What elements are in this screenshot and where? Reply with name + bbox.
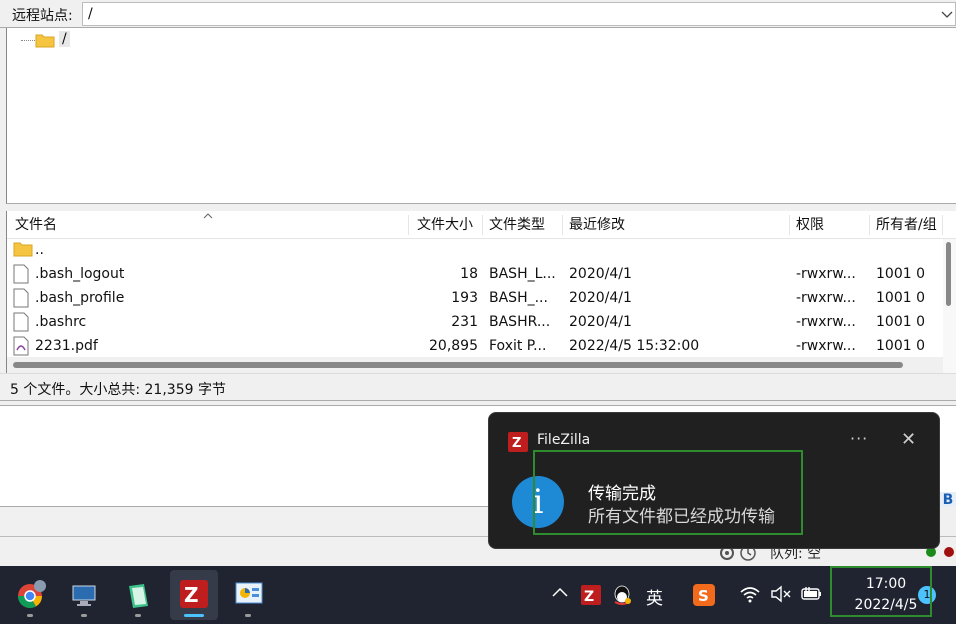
svg-text:Z: Z xyxy=(584,589,594,605)
file-owner: 1001 0 xyxy=(876,266,925,282)
taskbar-active-indicator xyxy=(184,614,204,617)
file-icon xyxy=(13,312,29,336)
ime-indicator[interactable]: 英 xyxy=(646,584,663,609)
file-list-status-bar: 5 个文件。大小总共: 21,359 字节 xyxy=(0,373,956,401)
filezilla-tray-icon[interactable]: Z xyxy=(581,585,601,609)
vertical-scrollbar[interactable] xyxy=(943,239,956,373)
file-name: 2231.pdf xyxy=(35,338,98,354)
tree-node-root[interactable]: / xyxy=(59,31,70,47)
file-modified: 2022/4/5 15:32:00 xyxy=(569,338,700,354)
file-row[interactable]: .bashrc 231 BASHR... 2020/4/1 -rwxrw... … xyxy=(7,310,943,334)
column-header-modified[interactable]: 最近修改 xyxy=(563,215,790,235)
control-panel-icon xyxy=(235,582,263,610)
status-text: 5 个文件。大小总共: 21,359 字节 xyxy=(10,382,226,398)
file-row-parent[interactable]: .. xyxy=(7,238,943,262)
file-modified: 2020/4/1 xyxy=(569,314,632,330)
remote-file-list[interactable]: 文件名 文件大小 文件类型 最近修改 权限 所有者/组 .. .bash_log… xyxy=(6,211,956,373)
file-name: .bashrc xyxy=(35,314,87,330)
wifi-icon[interactable] xyxy=(739,584,761,608)
column-header-permissions[interactable]: 权限 xyxy=(790,215,870,235)
folder-icon xyxy=(35,32,55,52)
file-size: 18 xyxy=(460,266,478,282)
taskbar-running-indicator xyxy=(27,614,33,617)
highlight-box-clock xyxy=(830,566,932,617)
file-list-header: 文件名 文件大小 文件类型 最近修改 权限 所有者/组 xyxy=(7,211,956,239)
sogou-input-icon[interactable]: S xyxy=(693,584,715,610)
horizontal-scroll-thumb[interactable] xyxy=(13,362,903,368)
svg-text:Z: Z xyxy=(512,436,521,451)
panel-splitter[interactable] xyxy=(0,204,956,211)
file-permissions: -rwxrw... xyxy=(796,290,856,306)
vertical-scroll-thumb[interactable] xyxy=(946,242,951,306)
file-owner: 1001 0 xyxy=(876,338,925,354)
remote-desktop-icon xyxy=(72,584,98,612)
battery-icon[interactable] xyxy=(800,585,824,607)
taskbar-app-filezilla[interactable]: Z xyxy=(170,570,218,620)
file-size: 193 xyxy=(451,290,478,306)
file-permissions: -rwxrw... xyxy=(796,338,856,354)
file-icon xyxy=(13,288,29,312)
chrome-icon xyxy=(16,580,46,614)
taskbar: Z Z 英 S 17:00 2022/4/5 1 xyxy=(0,566,956,624)
close-icon[interactable]: ✕ xyxy=(901,429,916,450)
file-modified: 2020/4/1 xyxy=(569,266,632,282)
toast-app-name: FileZilla xyxy=(537,432,591,448)
folder-icon xyxy=(13,240,33,262)
filezilla-icon: Z xyxy=(508,432,528,456)
horizontal-scrollbar[interactable] xyxy=(7,357,943,373)
file-permissions: -rwxrw... xyxy=(796,266,856,282)
taskbar-running-indicator xyxy=(135,614,141,617)
taskbar-app-control-panel[interactable] xyxy=(224,570,272,620)
chevron-down-icon[interactable] xyxy=(941,6,953,29)
remote-site-label: 远程站点: xyxy=(12,8,73,24)
notepad-icon xyxy=(126,582,152,614)
file-owner: 1001 0 xyxy=(876,314,925,330)
volume-muted-icon[interactable] xyxy=(770,584,792,608)
show-hidden-icons-chevron[interactable] xyxy=(551,584,569,604)
remote-site-path-input[interactable]: / xyxy=(82,2,956,26)
remote-site-path: / xyxy=(88,6,93,22)
column-header-owner[interactable]: 所有者/组 xyxy=(870,215,943,235)
pdf-file-icon xyxy=(13,336,29,357)
file-size: 231 xyxy=(451,314,478,330)
file-row[interactable]: .bash_logout 18 BASH_L... 2020/4/1 -rwxr… xyxy=(7,262,943,286)
more-options-button[interactable]: ··· xyxy=(850,429,868,448)
file-size: 20,895 xyxy=(429,338,478,354)
file-icon xyxy=(13,264,29,288)
svg-text:Z: Z xyxy=(184,583,199,607)
column-header-size[interactable]: 文件大小 xyxy=(411,215,483,235)
file-name: .bash_logout xyxy=(35,266,125,282)
qq-tray-icon[interactable] xyxy=(611,584,633,610)
column-header-type[interactable]: 文件类型 xyxy=(483,215,563,235)
file-row[interactable]: 2231.pdf 20,895 Foxit P... 2022/4/5 15:3… xyxy=(7,334,943,357)
taskbar-running-indicator xyxy=(245,614,251,617)
file-name: .bash_profile xyxy=(35,290,125,306)
taskbar-running-indicator xyxy=(81,614,87,617)
file-permissions: -rwxrw... xyxy=(796,314,856,330)
file-type: BASHR... xyxy=(489,314,551,330)
file-row[interactable]: .bash_profile 193 BASH_... 2020/4/1 -rwx… xyxy=(7,286,943,310)
svg-text:S: S xyxy=(698,587,709,605)
taskbar-app-remote-desktop[interactable] xyxy=(60,570,108,620)
filezilla-icon: Z xyxy=(180,580,208,612)
file-type: BASH_... xyxy=(489,290,548,306)
file-name: .. xyxy=(35,242,44,258)
remote-site-bar: 远程站点: / xyxy=(0,0,956,28)
file-type: BASH_L... xyxy=(489,266,556,282)
file-owner: 1001 0 xyxy=(876,290,925,306)
highlight-box-toast-message xyxy=(533,450,803,535)
taskbar-app-chrome[interactable] xyxy=(6,570,54,620)
column-header-name[interactable]: 文件名 xyxy=(9,215,409,235)
file-modified: 2020/4/1 xyxy=(569,290,632,306)
file-type: Foxit P... xyxy=(489,338,547,354)
remote-directory-tree[interactable]: / xyxy=(6,28,956,204)
connection-led-red xyxy=(944,547,954,557)
taskbar-app-notepad[interactable] xyxy=(114,570,162,620)
